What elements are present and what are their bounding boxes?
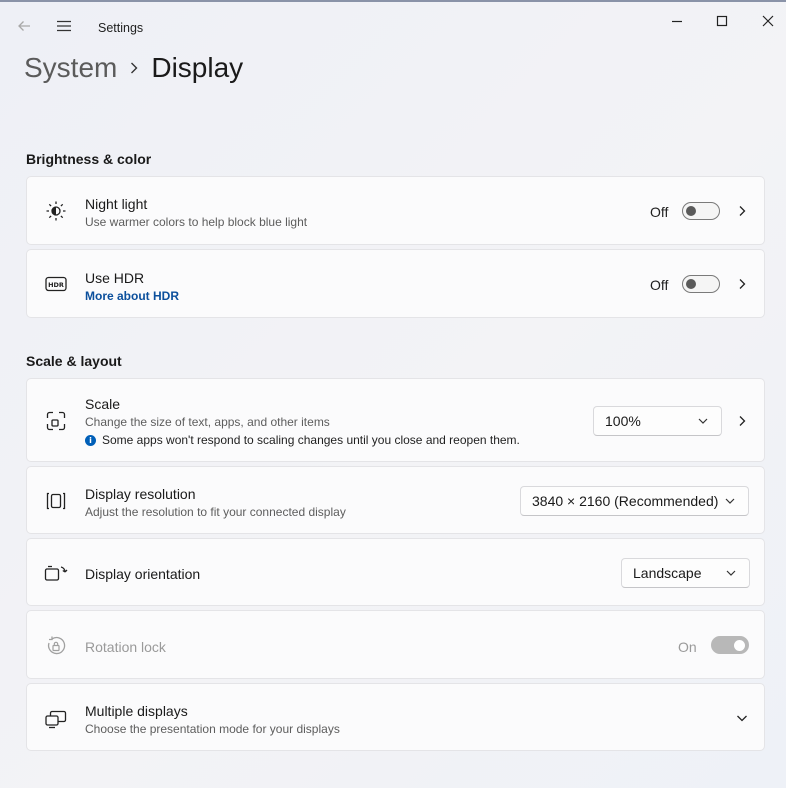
hdr-toggle[interactable] [682, 275, 720, 293]
night-light-card[interactable]: Night light Use warmer colors to help bl… [26, 176, 765, 245]
toggle-knob [686, 206, 696, 216]
rotation-lock-icon [44, 634, 68, 658]
section-title-brightness: Brightness & color [26, 151, 152, 167]
scale-dropdown[interactable]: 100% [593, 406, 722, 436]
scale-info-note: i Some apps won't respond to scaling cha… [85, 433, 520, 447]
hdr-card[interactable]: HDR Use HDR More about HDR Off [26, 249, 765, 318]
scale-note-text: Some apps won't respond to scaling chang… [102, 433, 520, 447]
section-title-scale-layout: Scale & layout [26, 353, 122, 369]
navigation-menu-button[interactable] [52, 14, 76, 38]
scale-dropdown-value: 100% [605, 413, 641, 429]
resolution-subtitle: Adjust the resolution to fit your connec… [85, 505, 346, 519]
hdr-icon: HDR [44, 272, 68, 296]
night-light-title: Night light [85, 196, 148, 212]
night-light-subtitle: Use warmer colors to help block blue lig… [85, 215, 308, 229]
resolution-title: Display resolution [85, 486, 196, 502]
display-orientation-card: Display orientation Landscape [26, 538, 765, 606]
resolution-dropdown-value: 3840 × 2160 (Recommended) [532, 493, 719, 509]
rotation-lock-card: Rotation lock On [26, 610, 765, 679]
orientation-title: Display orientation [85, 566, 201, 582]
toggle-knob [734, 639, 745, 651]
minimize-button[interactable] [664, 10, 690, 32]
more-about-hdr-link[interactable]: More about HDR [85, 289, 179, 303]
chevron-right-icon[interactable] [734, 276, 750, 292]
toggle-knob [686, 279, 696, 289]
minimize-icon [672, 20, 682, 23]
multiple-displays-icon [44, 707, 68, 731]
close-icon [762, 15, 774, 27]
chevron-down-icon[interactable] [734, 710, 750, 726]
chevron-down-icon [698, 418, 708, 424]
multiple-displays-card[interactable]: Multiple displays Choose the presentatio… [26, 683, 765, 751]
hamburger-menu-icon [57, 20, 71, 32]
brightness-icon [44, 199, 68, 223]
app-title: Settings [98, 21, 144, 35]
title-bar: Settings [0, 2, 786, 42]
rotation-lock-toggle[interactable] [711, 636, 749, 654]
night-light-toggle[interactable] [682, 202, 720, 220]
hdr-title: Use HDR [85, 270, 145, 286]
rotation-lock-title: Rotation lock [85, 639, 166, 655]
chevron-right-icon[interactable] [734, 413, 750, 429]
back-arrow-icon [18, 21, 30, 31]
multiple-displays-subtitle: Choose the presentation mode for your di… [85, 722, 340, 736]
page-title: Display [151, 52, 244, 83]
breadcrumb-separator-icon [117, 61, 151, 75]
maximize-button[interactable] [709, 10, 735, 32]
hdr-state: Off [650, 277, 669, 293]
orientation-dropdown[interactable]: Landscape [621, 558, 750, 588]
chevron-down-icon [725, 498, 735, 504]
chevron-right-icon[interactable] [734, 203, 750, 219]
orientation-icon [44, 561, 68, 585]
night-light-state: Off [650, 204, 669, 220]
maximize-icon [716, 15, 728, 27]
scale-subtitle: Change the size of text, apps, and other… [85, 415, 330, 429]
scale-icon [44, 409, 68, 433]
resolution-dropdown[interactable]: 3840 × 2160 (Recommended) [520, 486, 749, 516]
info-icon: i [85, 434, 96, 446]
display-resolution-card: Display resolution Adjust the resolution… [26, 466, 765, 534]
breadcrumb-system-link[interactable]: System [24, 52, 117, 84]
svg-text:HDR: HDR [48, 281, 64, 289]
scale-title: Scale [85, 396, 121, 412]
close-button[interactable] [755, 10, 781, 32]
breadcrumb: System Display [24, 48, 243, 88]
scale-card[interactable]: Scale Change the size of text, apps, and… [26, 378, 765, 462]
orientation-dropdown-value: Landscape [633, 565, 702, 581]
chevron-down-icon [726, 570, 736, 576]
rotation-lock-state: On [678, 639, 697, 655]
multiple-displays-title: Multiple displays [85, 703, 188, 719]
back-button[interactable] [12, 14, 36, 38]
resolution-icon [44, 489, 68, 513]
